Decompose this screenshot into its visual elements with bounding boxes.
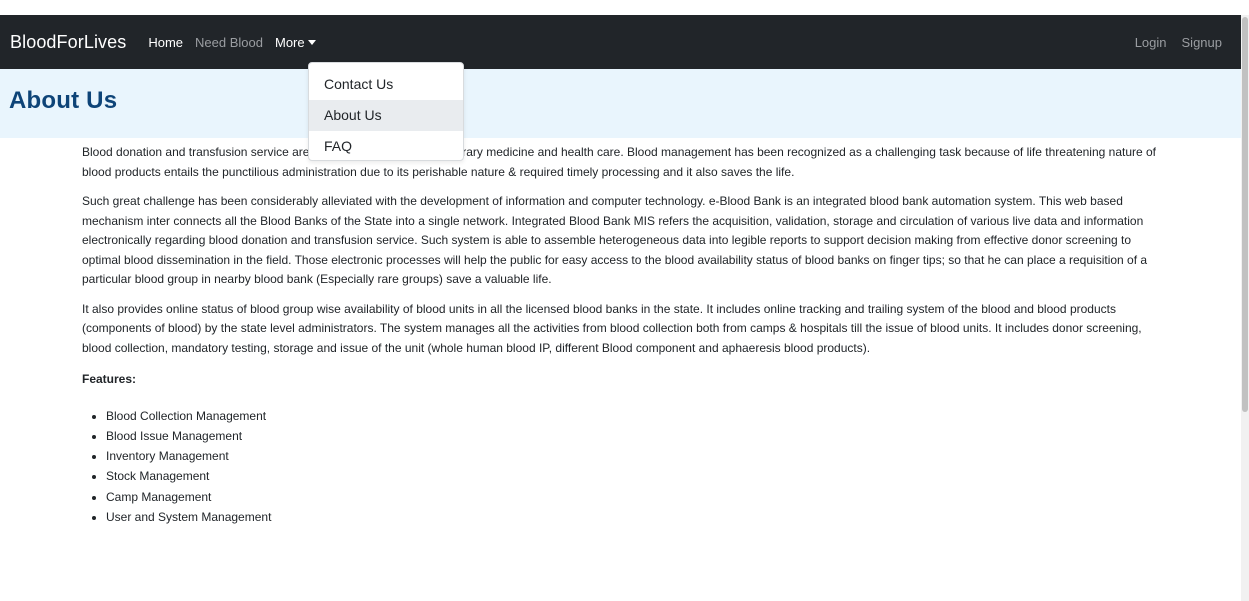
feature-item: Inventory Management xyxy=(106,446,1172,466)
nav-login[interactable]: Login xyxy=(1135,35,1167,50)
nav-home[interactable]: Home xyxy=(148,35,183,50)
vertical-scrollbar[interactable] xyxy=(1241,15,1249,601)
feature-item: Camp Management xyxy=(106,487,1172,507)
paragraph-status: It also provides online status of blood … xyxy=(82,301,1142,355)
dropdown-item-about-us[interactable]: About Us xyxy=(309,100,463,131)
page-header: About Us xyxy=(0,69,1241,138)
nav-more-label: More xyxy=(275,34,305,50)
paragraph-technology: Such great challenge has been considerab… xyxy=(82,194,1148,286)
dropdown-item-faq[interactable]: FAQ xyxy=(309,131,463,162)
nav-need-blood[interactable]: Need Blood xyxy=(195,35,263,50)
features-list: Blood Collection Management Blood Issue … xyxy=(82,406,1172,528)
caret-down-icon xyxy=(307,40,316,45)
paragraph-intro: Blood donation and transfusion service a… xyxy=(82,145,1157,179)
about-content: Blood donation and transfusion service a… xyxy=(82,143,1172,527)
features-heading: Features: xyxy=(82,372,137,386)
top-strip xyxy=(0,0,1249,15)
dropdown-item-contact-us[interactable]: Contact Us xyxy=(309,69,463,100)
feature-item: User and System Management xyxy=(106,507,1172,527)
nav-more-dropdown[interactable]: More xyxy=(275,35,316,50)
feature-item: Stock Management xyxy=(106,466,1172,486)
brand-logo-text[interactable]: BloodForLives xyxy=(10,32,126,53)
page-title: About Us xyxy=(9,87,118,114)
nav-signup[interactable]: Signup xyxy=(1182,35,1222,50)
nav-right-group: Login Signup xyxy=(1135,35,1222,50)
more-dropdown-menu: Contact Us About Us FAQ xyxy=(308,62,464,161)
main-navbar: BloodForLives Home Need Blood More Login… xyxy=(0,15,1241,69)
feature-item: Blood Collection Management xyxy=(106,406,1172,426)
feature-item: Blood Issue Management xyxy=(106,426,1172,446)
scrollbar-thumb[interactable] xyxy=(1242,17,1248,412)
